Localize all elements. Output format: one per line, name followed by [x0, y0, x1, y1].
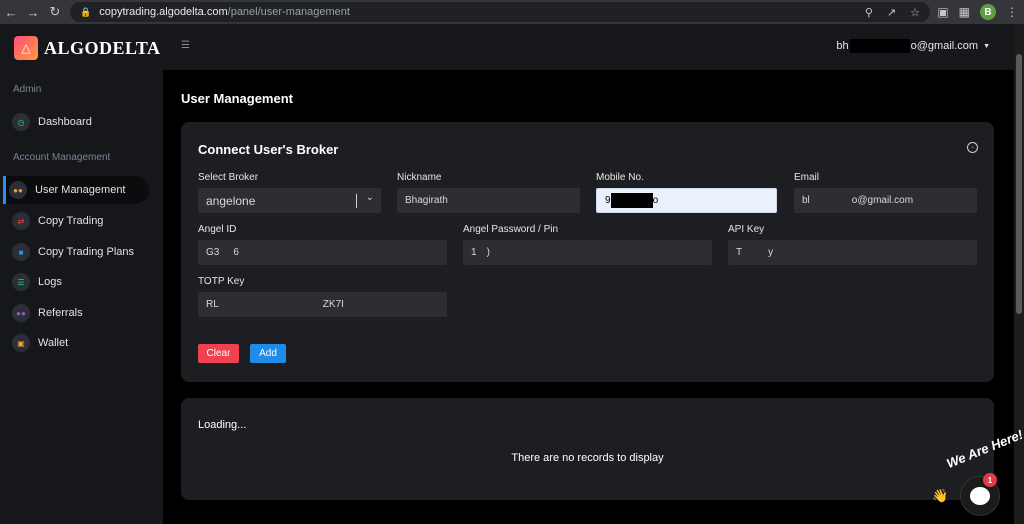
totp-key-start: RL [206, 299, 219, 310]
referrals-icon: ●● [12, 304, 30, 322]
email-input[interactable]: bl o@gmail.com [794, 188, 977, 213]
redacted-block [809, 194, 852, 207]
records-card: Loading... There are no records to displ… [181, 398, 994, 500]
address-bar[interactable]: 🔒 copytrading.algodelta.com/panel/user-m… [70, 2, 930, 22]
sidepanel-icon[interactable]: ▦ [959, 5, 970, 19]
select-broker-value: angelone [206, 193, 256, 208]
angel-password-end: ) [486, 247, 490, 258]
redacted-block [742, 246, 769, 259]
redacted-block [218, 298, 323, 311]
api-key-input[interactable]: T y [728, 240, 977, 265]
select-broker-label: Select Broker [198, 172, 259, 183]
back-icon[interactable]: ← [0, 0, 22, 24]
dashboard-icon: ◷ [12, 113, 30, 131]
sidebar-item-copy-trading[interactable]: ⇄ Copy Trading [6, 207, 149, 235]
angel-password-input[interactable]: 1 ) [463, 240, 712, 265]
url-path: /panel/user-management [227, 6, 350, 18]
waving-hand-icon: 👋 [932, 488, 949, 503]
chevron-down-icon: ▼ [983, 42, 990, 50]
redacted-block [849, 39, 910, 53]
sidebar-item-referrals[interactable]: ●● Referrals [6, 299, 149, 327]
connect-broker-card: Connect User's Broker − Select Broker an… [181, 122, 994, 382]
sidebar-item-label: Logs [38, 276, 62, 288]
sidebar-item-dashboard[interactable]: ◷ Dashboard [6, 108, 149, 136]
logs-icon: ☰ [12, 273, 30, 291]
url-host: copytrading.algodelta.com [99, 6, 228, 18]
redacted-block [219, 246, 234, 259]
api-key-label: API Key [728, 224, 765, 235]
user-email-start: bh [836, 40, 849, 52]
mobile-input[interactable]: 9 o [596, 188, 777, 213]
sidebar-item-label: Copy Trading Plans [38, 246, 134, 258]
chevron-down-icon[interactable]: ⌄ [366, 192, 374, 203]
nickname-value: Bhagirath [405, 195, 448, 206]
nickname-input[interactable]: Bhagirath [397, 188, 580, 213]
email-value-end: o@gmail.com [851, 195, 914, 206]
key-icon[interactable]: ⚲ [865, 6, 873, 19]
menu-toggle-icon[interactable]: ☰ [181, 40, 190, 51]
sidebar-item-label: Referrals [38, 307, 83, 319]
email-value-start: bl [802, 195, 810, 206]
sidebar-item-label: User Management [35, 184, 126, 196]
section-label-account: Account Management [13, 152, 111, 163]
forward-icon[interactable]: → [22, 0, 44, 24]
wallet-icon: ▣ [12, 334, 30, 352]
extensions-icon[interactable]: ▣ [937, 5, 948, 19]
copy-trading-icon: ⇄ [12, 212, 30, 230]
share-icon[interactable]: ↗ [887, 6, 896, 19]
mobile-label: Mobile No. [596, 172, 644, 183]
bookmark-star-icon[interactable]: ☆ [910, 6, 920, 19]
sidebar: △ ALGODELTA Admin ◷ Dashboard Account Ma… [0, 24, 163, 524]
mobile-value-end: o [652, 195, 659, 206]
angel-id-start: G3 [206, 247, 220, 258]
api-key-end: y [768, 247, 774, 258]
user-email-end: o@gmail.com [910, 40, 979, 52]
angel-id-end: 6 [233, 247, 239, 258]
sidebar-item-wallet[interactable]: ▣ Wallet [6, 329, 149, 357]
logo-mark-icon: △ [14, 36, 38, 60]
sidebar-item-copy-trading-plans[interactable]: ■ Copy Trading Plans [6, 238, 149, 266]
sidebar-item-label: Wallet [38, 337, 69, 349]
browser-menu-icon[interactable]: ⋮ [1006, 5, 1018, 19]
page-title: User Management [181, 91, 293, 106]
browser-toolbar: ← → ↻ 🔒 copytrading.algodelta.com/panel/… [0, 0, 1024, 24]
users-icon: ●● [9, 181, 27, 199]
user-menu[interactable]: bh o@gmail.com ▼ [836, 39, 990, 53]
select-separator [356, 194, 357, 208]
chat-unread-badge: 1 [983, 473, 997, 487]
angel-id-label: Angel ID [198, 224, 237, 235]
email-label: Email [794, 172, 820, 183]
collapse-icon[interactable]: − [967, 142, 978, 153]
card-title: Connect User's Broker [198, 142, 339, 157]
scrollbar-thumb[interactable] [1016, 54, 1022, 314]
chat-bubble-icon [970, 487, 990, 505]
plans-icon: ■ [12, 243, 30, 261]
totp-key-input[interactable]: RL ZK7I [198, 292, 447, 317]
top-header: ☰ bh o@gmail.com ▼ [163, 24, 1014, 70]
sidebar-item-logs[interactable]: ☰ Logs [6, 268, 149, 296]
loading-text: Loading... [198, 419, 247, 431]
lock-icon: 🔒 [80, 6, 92, 17]
brand-logo[interactable]: △ ALGODELTA [14, 36, 161, 60]
select-broker-dropdown[interactable]: angelone ⌄ [198, 188, 381, 213]
empty-records-message: There are no records to display [511, 452, 664, 464]
sidebar-item-label: Dashboard [38, 116, 92, 128]
brand-name: ALGODELTA [44, 37, 161, 58]
totp-key-end: ZK7I [322, 299, 344, 310]
section-label-admin: Admin [13, 84, 42, 95]
page-scrollbar[interactable] [1014, 24, 1024, 524]
angel-id-input[interactable]: G3 6 [198, 240, 447, 265]
redacted-block [476, 246, 487, 259]
sidebar-item-user-management[interactable]: ●● User Management [3, 176, 149, 204]
nickname-label: Nickname [397, 172, 442, 183]
profile-avatar[interactable]: B [980, 4, 996, 20]
angel-password-label: Angel Password / Pin [463, 224, 559, 235]
sidebar-item-label: Copy Trading [38, 215, 104, 227]
clear-button[interactable]: Clear [198, 344, 239, 363]
redacted-block [610, 193, 653, 208]
reload-icon[interactable]: ↻ [44, 0, 66, 24]
totp-key-label: TOTP Key [198, 276, 245, 287]
add-button[interactable]: Add [250, 344, 286, 363]
